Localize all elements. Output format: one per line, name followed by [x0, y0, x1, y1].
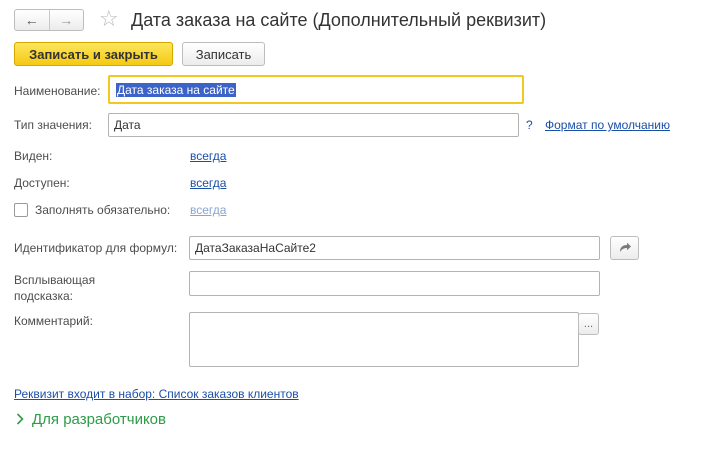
regenerate-id-button[interactable] [610, 236, 639, 260]
formula-id-input[interactable]: ДатаЗаказаНаСайте2 [189, 236, 600, 260]
required-checkbox[interactable] [14, 203, 28, 217]
required-link: всегда [190, 203, 227, 217]
type-help-icon[interactable]: ? [526, 118, 533, 132]
back-button[interactable]: ← [15, 10, 49, 30]
visible-label: Виден: [14, 149, 53, 163]
name-label: Наименование: [14, 84, 101, 98]
formula-id-value: ДатаЗаказаНаСайте2 [195, 241, 316, 255]
type-input[interactable]: Дата [108, 113, 519, 137]
favorite-star-icon[interactable]: ☆ [99, 6, 119, 32]
default-format-link[interactable]: Формат по умолчанию [545, 118, 670, 132]
required-label[interactable]: Заполнять обязательно: [35, 203, 170, 217]
attribute-set-link[interactable]: Реквизит входит в набор: Список заказов … [14, 387, 299, 401]
comment-more-button[interactable]: ... [578, 313, 599, 335]
type-label: Тип значения: [14, 118, 92, 132]
forward-button[interactable]: → [48, 10, 84, 30]
history-nav: ← → [14, 9, 84, 31]
arrow-left-icon: ← [24, 12, 39, 28]
page-title: Дата заказа на сайте (Дополнительный рек… [131, 10, 547, 30]
available-link[interactable]: всегда [190, 176, 226, 190]
ellipsis-icon: ... [583, 318, 594, 330]
developers-section-toggle[interactable]: Для разработчиков [16, 411, 166, 428]
comment-label: Комментарий: [14, 314, 93, 328]
tooltip-label-line2: подсказка: [14, 289, 73, 303]
tooltip-input[interactable] [189, 271, 600, 296]
name-input[interactable]: Дата заказа на сайте [108, 75, 524, 104]
developers-section-label: Для разработчиков [32, 411, 166, 428]
formula-id-label: Идентификатор для формул: [14, 241, 178, 255]
visible-link[interactable]: всегда [190, 149, 226, 163]
redo-arrow-icon [619, 242, 631, 252]
arrow-right-icon: → [59, 12, 74, 28]
tooltip-label: Всплывающая подсказка: [14, 273, 95, 303]
tooltip-label-line1: Всплывающая [14, 273, 96, 287]
type-input-value: Дата [114, 118, 141, 132]
available-label: Доступен: [14, 176, 70, 190]
save-and-close-button[interactable]: Записать и закрыть [14, 42, 173, 66]
comment-textarea[interactable] [189, 312, 579, 367]
name-input-value: Дата заказа на сайте [116, 82, 236, 97]
chevron-right-icon [16, 412, 24, 428]
save-button[interactable]: Записать [182, 42, 265, 66]
